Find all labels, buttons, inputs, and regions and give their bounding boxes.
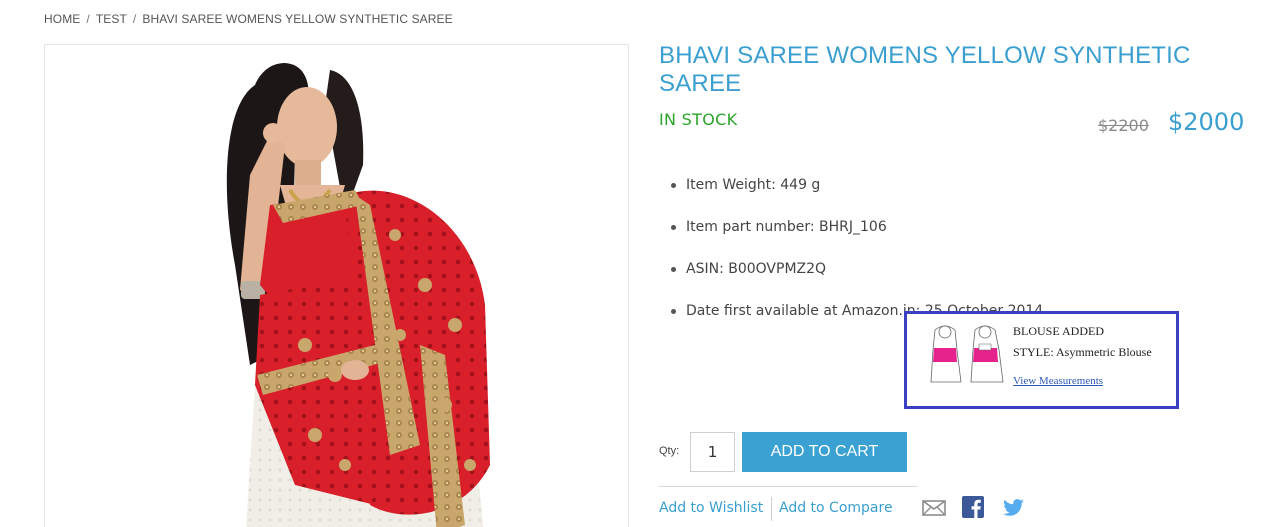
product-image[interactable] — [44, 44, 629, 527]
spec-item: Item part number: BHRJ_106 — [668, 212, 1043, 254]
quantity-input[interactable] — [690, 432, 735, 472]
blouse-added-title: BLOUSE ADDED — [1013, 324, 1105, 338]
divider — [659, 486, 917, 487]
breadcrumb-test[interactable]: TEST — [96, 12, 127, 26]
qty-label: Qty: — [659, 445, 680, 457]
add-to-wishlist-link[interactable]: Add to Wishlist — [659, 500, 763, 516]
product-title: BHAVI SAREE WOMENS YELLOW SYNTHETIC SARE… — [659, 42, 1191, 97]
spec-item: ASIN: B00OVPMZ2Q — [668, 254, 1043, 296]
facebook-icon[interactable] — [962, 496, 986, 520]
twitter-icon[interactable] — [1001, 496, 1025, 520]
link-separator — [771, 497, 772, 521]
blouse-added-popup: BLOUSE ADDED STYLE: Asymmetric Blouse Vi… — [904, 311, 1179, 409]
breadcrumb-separator: / — [132, 12, 137, 26]
old-price: $2200 — [1098, 116, 1149, 135]
stock-status: IN STOCK — [659, 110, 738, 129]
breadcrumb-current: BHAVI SAREE WOMENS YELLOW SYNTHETIC SARE… — [142, 12, 453, 26]
spec-item: Item Weight: 449 g — [668, 170, 1043, 212]
add-to-compare-link[interactable]: Add to Compare — [779, 500, 893, 516]
breadcrumb-separator: / — [86, 12, 90, 26]
blouse-sketch-icon — [930, 325, 1004, 383]
blouse-style: STYLE: Asymmetric Blouse — [1013, 345, 1152, 359]
view-measurements-link[interactable]: View Measurements — [1013, 375, 1103, 387]
mail-icon[interactable] — [922, 496, 946, 520]
price: $2000 — [1168, 108, 1245, 136]
breadcrumb: HOME / TEST / BHAVI SAREE WOMENS YELLOW SYNT… — [44, 12, 453, 26]
add-to-cart-button[interactable]: ADD TO CART — [742, 432, 907, 472]
saree-model-photo — [226, 63, 490, 527]
breadcrumb-home[interactable]: HOME — [44, 12, 80, 26]
